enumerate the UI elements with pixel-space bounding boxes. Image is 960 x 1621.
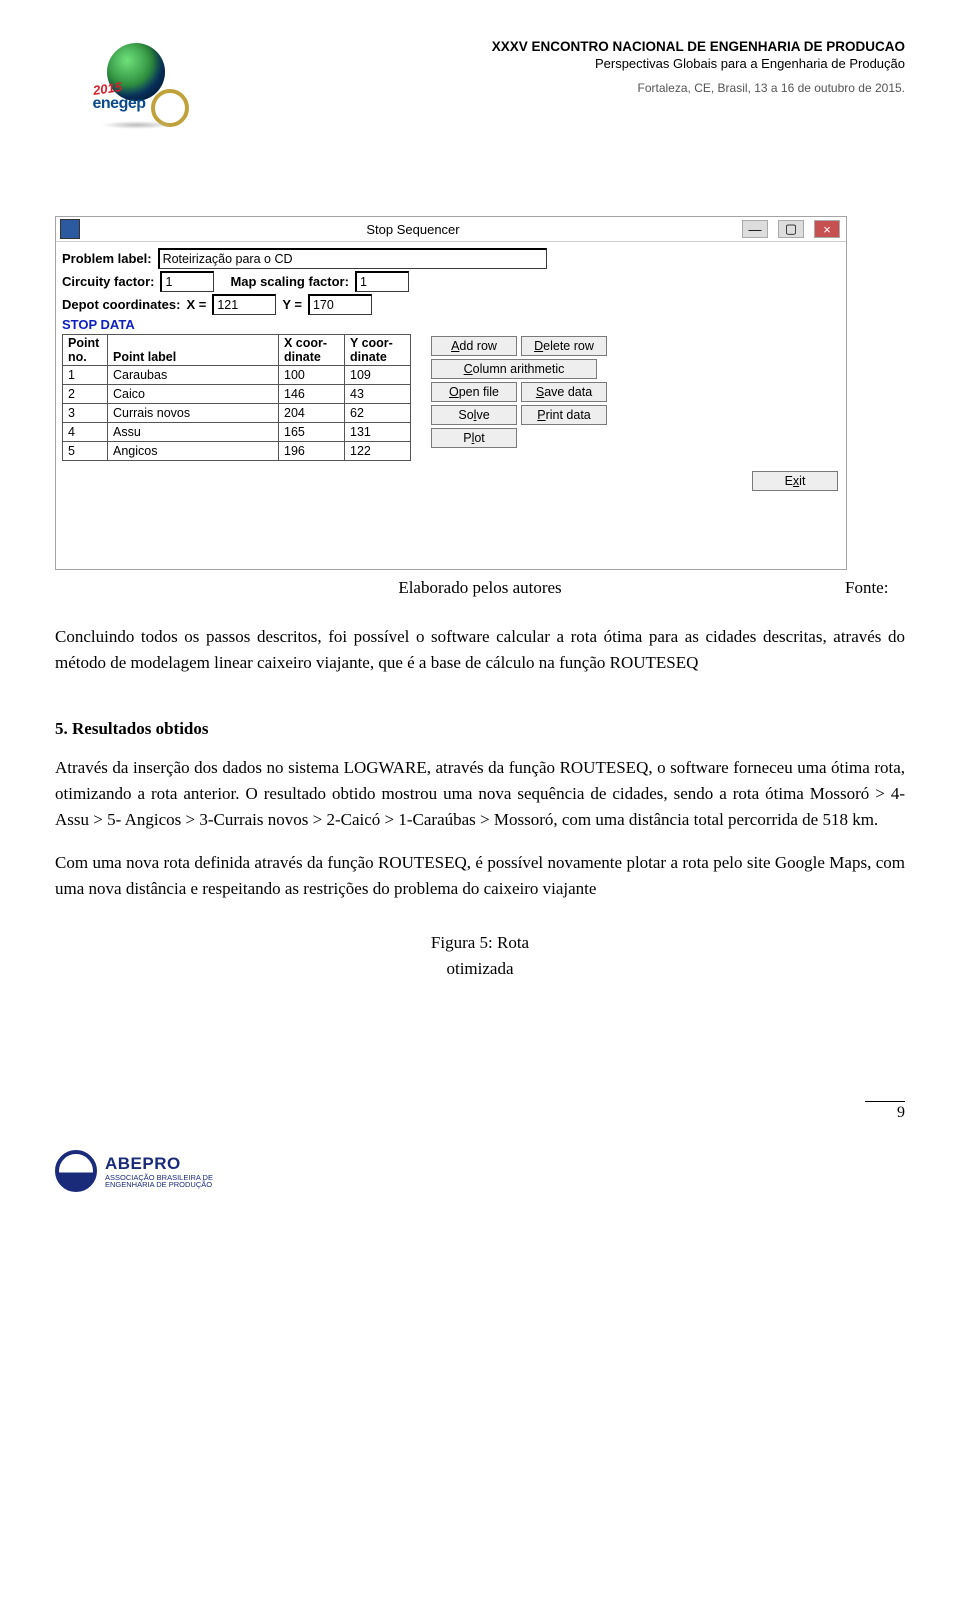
y-lbl: Y = bbox=[282, 297, 302, 312]
delete-row-button[interactable]: Delete row bbox=[521, 336, 607, 356]
table-row[interactable]: 1Caraubas100109 bbox=[63, 366, 411, 385]
app-icon bbox=[60, 219, 80, 239]
col-point-no: Pointno. bbox=[63, 335, 108, 366]
stop-data-heading: STOP DATA bbox=[62, 317, 840, 332]
figure-source-label: Fonte: bbox=[845, 578, 905, 598]
circuity-field[interactable]: 1 bbox=[160, 271, 214, 292]
add-row-button[interactable]: Add row bbox=[431, 336, 517, 356]
header-subtitle: Perspectivas Globais para a Engenharia d… bbox=[215, 56, 905, 71]
footer-sub2: ENGENHARIA DE PRODUÇÃO bbox=[105, 1181, 213, 1189]
footer-logo: ABEPRO ASSOCIAÇÃO BRASILEIRA DE ENGENHAR… bbox=[0, 1142, 960, 1222]
footer-brand: ABEPRO bbox=[105, 1154, 213, 1174]
x-lbl: X = bbox=[186, 297, 206, 312]
page-header: 2015 enegep XXXV ENCONTRO NACIONAL DE EN… bbox=[55, 35, 905, 121]
problem-label-lbl: Problem label: bbox=[62, 251, 152, 266]
print-data-button[interactable]: Print data bbox=[521, 405, 607, 425]
col-point-label: Point label bbox=[108, 335, 279, 366]
titlebar: Stop Sequencer — ▢ × bbox=[56, 217, 846, 242]
depot-lbl: Depot coordinates: bbox=[62, 297, 180, 312]
figure-5-title: Figura 5: Rotaotimizada bbox=[55, 930, 905, 981]
problem-label-field[interactable]: Roteirização para o CD bbox=[158, 248, 547, 269]
depot-y-field[interactable]: 170 bbox=[308, 294, 372, 315]
circuity-lbl: Circuity factor: bbox=[62, 274, 154, 289]
paragraph-conclusion: Concluindo todos os passos descritos, fo… bbox=[55, 624, 905, 677]
plot-button[interactable]: Plot bbox=[431, 428, 517, 448]
abepro-icon bbox=[55, 1150, 97, 1192]
enegep-logo: 2015 enegep bbox=[55, 35, 215, 121]
close-button[interactable]: × bbox=[814, 220, 840, 238]
header-location: Fortaleza, CE, Brasil, 13 a 16 de outubr… bbox=[215, 81, 905, 95]
mapscale-lbl: Map scaling factor: bbox=[230, 274, 348, 289]
open-file-button[interactable]: Open file bbox=[431, 382, 517, 402]
col-xcoord: X coor-dinate bbox=[279, 335, 345, 366]
shadow-icon bbox=[101, 121, 173, 129]
maximize-button[interactable]: ▢ bbox=[778, 220, 804, 238]
exit-button[interactable]: Exit bbox=[752, 471, 838, 491]
column-arithmetic-button[interactable]: Column arithmetic bbox=[431, 359, 597, 379]
minimize-button[interactable]: — bbox=[742, 220, 768, 238]
col-ycoord: Y coor-dinate bbox=[345, 335, 411, 366]
depot-x-field[interactable]: 121 bbox=[212, 294, 276, 315]
mapscale-field[interactable]: 1 bbox=[355, 271, 409, 292]
stop-data-table: Pointno. Point label X coor-dinate Y coo… bbox=[62, 334, 411, 461]
figure-source: Elaborado pelos autores bbox=[115, 578, 845, 598]
paragraph-results-1: Através da inserção dos dados no sistema… bbox=[55, 755, 905, 834]
table-row[interactable]: 5Angicos196122 bbox=[63, 442, 411, 461]
paragraph-results-2: Com uma nova rota definida através da fu… bbox=[55, 850, 905, 903]
section-heading-results: 5. Resultados obtidos bbox=[55, 719, 905, 739]
logo-brand: enegep bbox=[93, 95, 146, 113]
stop-sequencer-window: Stop Sequencer — ▢ × Problem label: Rote… bbox=[55, 216, 847, 570]
table-row[interactable]: 2Caico14643 bbox=[63, 385, 411, 404]
save-data-button[interactable]: Save data bbox=[521, 382, 607, 402]
page-number: 9 bbox=[865, 1101, 905, 1122]
window-title: Stop Sequencer bbox=[84, 222, 742, 237]
table-row[interactable]: 3Currais novos20462 bbox=[63, 404, 411, 423]
header-title: XXXV ENCONTRO NACIONAL DE ENGENHARIA DE … bbox=[215, 39, 905, 54]
solve-button[interactable]: Solve bbox=[431, 405, 517, 425]
table-row[interactable]: 4Assu165131 bbox=[63, 423, 411, 442]
